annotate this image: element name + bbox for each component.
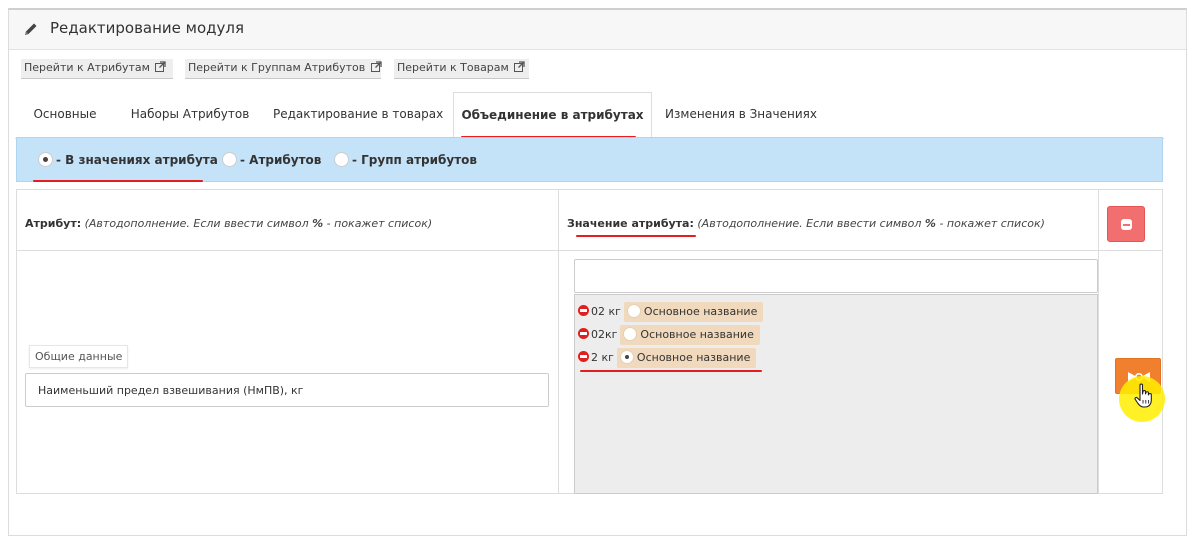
attribute-header-hint: (Автодополнение. Если ввести символ % - … [84,217,433,230]
external-link-icon [514,61,525,72]
chip-label: Основное название [636,351,751,364]
remove-value-icon[interactable] [578,351,589,362]
radio-icon[interactable] [222,152,237,167]
annotation-underline [576,235,696,237]
radio-icon[interactable] [334,152,349,167]
remove-row-button[interactable] [1107,206,1145,242]
tab-main[interactable]: Основные [25,92,105,139]
main-name-chip[interactable]: Основное название [616,348,757,368]
attribute-group-badge: Общие данные [29,345,129,368]
mode-option-values-label: - В значениях атрибута [56,153,218,167]
external-link-icon [370,61,382,72]
panel-title: Редактирование модуля [50,19,245,37]
value-search-input[interactable] [574,259,1098,293]
attribute-input[interactable] [25,373,549,407]
tab-merge-attributes[interactable]: Объединение в атрибутах [453,92,652,140]
mode-option-groups-label: - Групп атрибутов [352,153,478,167]
value-item: 02 кг Основное название [578,302,764,322]
attribute-header: Атрибут: (Автодополнение. Если ввести си… [25,217,432,230]
tab-attribute-sets[interactable]: Наборы Атрибутов [125,92,255,139]
main-name-chip[interactable]: Основное название [623,302,764,322]
mode-option-attributes[interactable]: - Атрибутов [222,152,321,170]
main-name-chip[interactable]: Основное название [620,325,760,345]
value-text: 2 кг [591,351,614,364]
mode-option-values[interactable]: - В значениях атрибута [38,152,218,170]
link-attribute-groups[interactable]: Перейти к Группам Атрибутов [185,59,382,79]
value-header-hint: (Автодополнение. Если ввести символ % - … [697,217,1045,230]
value-item: 2 кг Основное название [578,348,757,368]
remove-value-icon[interactable] [578,305,589,316]
value-item: 02кг Основное название [578,325,760,345]
chip-label: Основное название [640,328,754,341]
radio-selected-icon[interactable] [619,350,634,364]
merge-mode-bar: - В значениях атрибута - Атрибутов - Гру… [16,137,1163,182]
annotation-underline [580,370,762,372]
tab-bar: Основные Наборы Атрибутов Редактирование… [15,92,1164,140]
link-attribute-groups-label: Перейти к Группам Атрибутов [188,61,366,74]
value-header-label: Значение атрибута: [567,217,694,230]
external-link-icon [155,61,167,72]
value-header: Значение атрибута: (Автодополнение. Если… [567,217,1045,230]
minus-icon [1121,219,1132,230]
link-products[interactable]: Перейти к Товарам [394,59,529,79]
attribute-header-label: Атрибут: [25,217,82,230]
value-list: 02 кг Основное название 02кг Основное назв… [574,294,1098,494]
mode-option-groups[interactable]: - Групп атрибутов [334,152,477,170]
link-attributes-label: Перейти к Атрибутам [24,61,150,74]
radio-selected-icon[interactable] [38,152,53,167]
radio-icon[interactable] [623,327,638,341]
link-products-label: Перейти к Товарам [397,61,509,74]
remove-value-icon[interactable] [578,328,589,339]
radio-icon[interactable] [626,304,641,318]
pencil-icon [25,23,37,35]
link-attributes[interactable]: Перейти к Атрибутам [21,59,173,79]
mode-option-attributes-label: - Атрибутов [240,153,322,167]
tab-value-changes[interactable]: Изменения в Значениях [661,92,821,139]
value-text: 02кг [591,328,618,341]
tab-edit-in-products[interactable]: Редактирование в товарах [273,92,443,139]
hand-pointer-icon [1134,383,1152,408]
panel-heading: Редактирование модуля [9,10,1186,50]
chip-label: Основное название [643,305,758,318]
value-text: 02 кг [591,305,621,318]
annotation-underline [33,180,203,182]
